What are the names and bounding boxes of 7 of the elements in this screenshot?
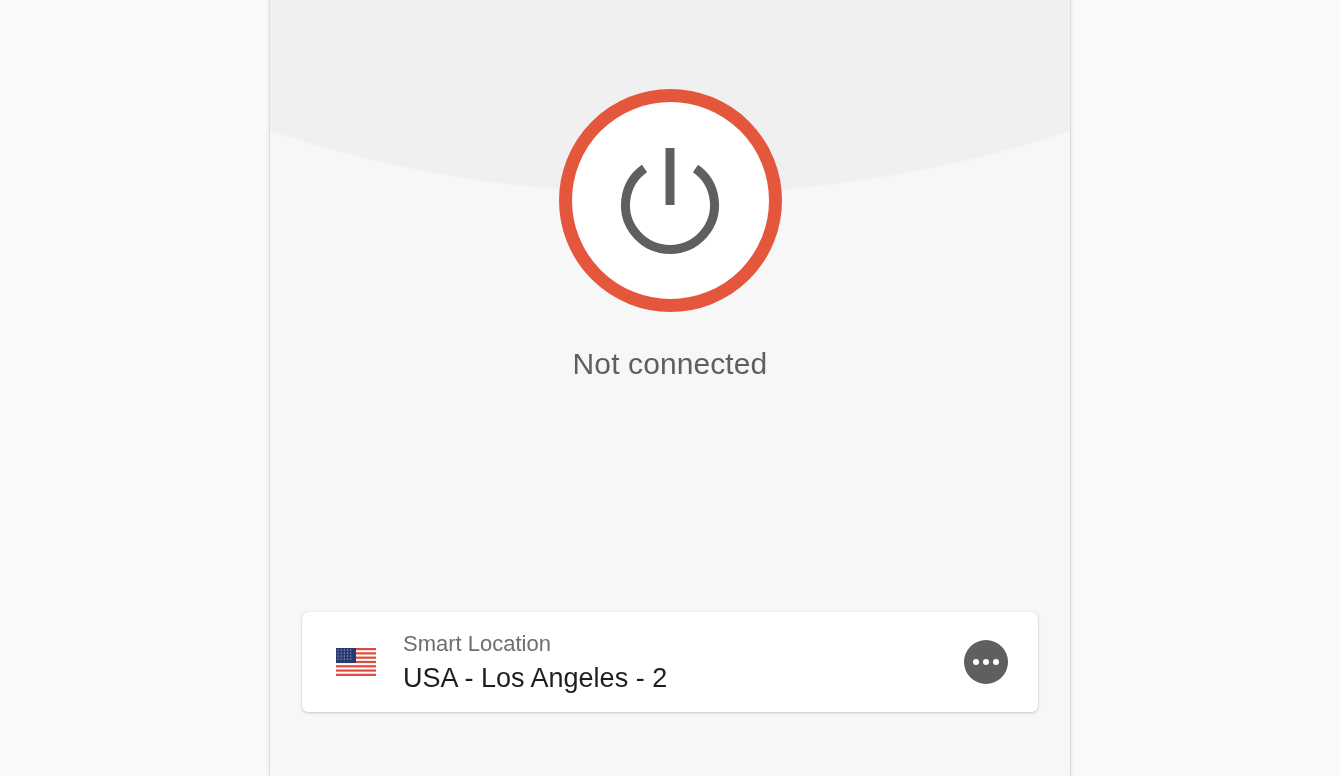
location-card[interactable]: Smart Location USA - Los Angeles - 2 <box>302 612 1038 712</box>
more-button[interactable] <box>964 640 1008 684</box>
dots-icon <box>973 659 999 665</box>
location-name: USA - Los Angeles - 2 <box>403 661 668 694</box>
location-label: Smart Location <box>403 630 551 657</box>
flag-icon <box>336 647 376 677</box>
status-text: Not connected <box>572 346 768 382</box>
